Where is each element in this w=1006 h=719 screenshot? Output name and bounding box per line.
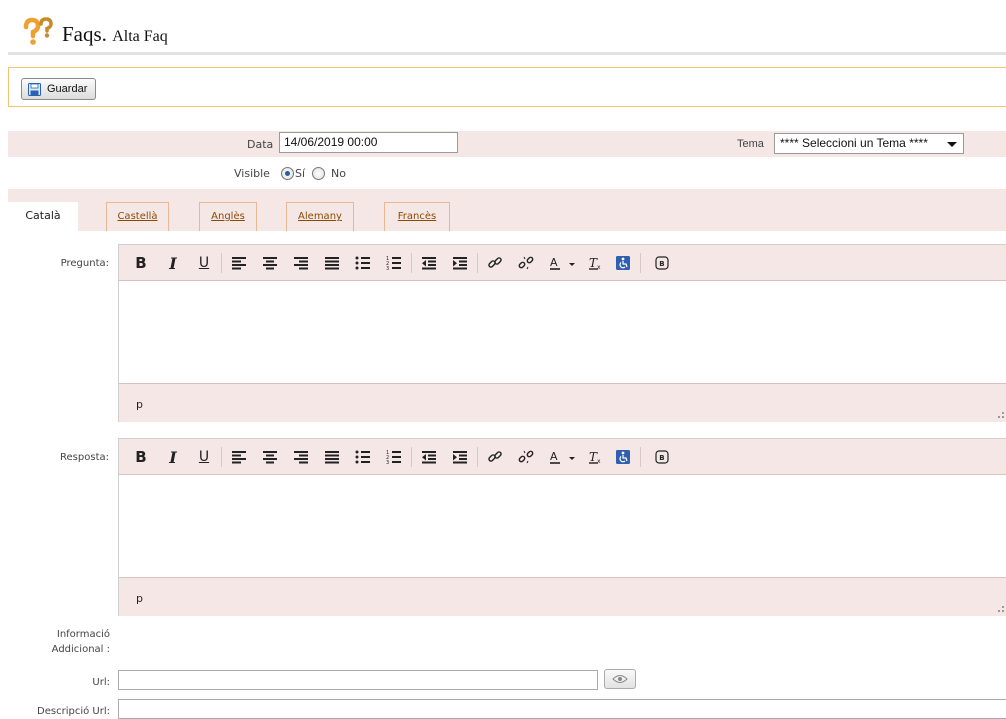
dropdown-arrow-icon xyxy=(947,142,957,147)
header-divider xyxy=(8,52,1006,55)
remove-format-icon[interactable]: Tx xyxy=(585,448,605,466)
align-justify-icon[interactable] xyxy=(322,254,342,272)
svg-text:A: A xyxy=(550,450,558,463)
align-center-icon[interactable] xyxy=(260,448,280,466)
text-color-icon[interactable]: A xyxy=(547,448,567,466)
page-title-sub: Alta Faq xyxy=(112,28,168,45)
numbered-list-icon[interactable]: 123 xyxy=(384,254,404,272)
bold-icon[interactable]: B xyxy=(131,254,151,272)
informacio-addicional-line1: Informació xyxy=(56,629,110,640)
resize-grip-icon[interactable] xyxy=(998,606,1004,612)
tema-selected-value: **** Seleccioni un Tema **** xyxy=(780,136,928,150)
data-date-input[interactable]: 14/06/2019 00:00 xyxy=(279,132,458,153)
resposta-editor: B I U 123 A Tx B p xyxy=(118,438,1006,616)
unlink-icon[interactable] xyxy=(516,254,536,272)
svg-text:x: x xyxy=(597,458,601,464)
pregunta-editor-toolbar: B I U 123 A Tx B xyxy=(119,245,1006,281)
resposta-editor-footer: p xyxy=(119,577,1006,616)
resize-grip-icon[interactable] xyxy=(998,412,1004,418)
align-right-icon[interactable] xyxy=(291,448,311,466)
tab-castella[interactable]: Castellà xyxy=(106,202,169,231)
page-title-main: Faqs. xyxy=(62,22,107,46)
bbcode-icon[interactable]: B xyxy=(652,254,672,272)
save-button[interactable]: Guardar xyxy=(21,78,97,100)
svg-text:x: x xyxy=(597,264,601,270)
resposta-label: Resposta: xyxy=(60,452,109,463)
informacio-addicional-line2: Addicional : xyxy=(51,644,110,655)
floppy-disk-icon xyxy=(28,82,41,96)
align-left-icon[interactable] xyxy=(229,448,249,466)
informacio-addicional-label: Informació Addicional : xyxy=(35,627,110,657)
svg-text:B: B xyxy=(659,260,664,268)
bulleted-list-icon[interactable] xyxy=(353,254,373,272)
action-toolbar: Guardar xyxy=(8,67,1006,107)
resposta-element-path[interactable]: p xyxy=(136,592,143,605)
align-center-icon[interactable] xyxy=(260,254,280,272)
pregunta-editor-footer: p xyxy=(119,383,1006,422)
italic-icon[interactable]: I xyxy=(163,254,183,273)
link-icon[interactable] xyxy=(485,448,505,466)
text-color-dropdown-icon[interactable] xyxy=(566,254,578,272)
pregunta-editor-body[interactable] xyxy=(119,281,1006,383)
bold-icon[interactable]: B xyxy=(131,448,151,466)
visible-label: Visible xyxy=(234,167,270,180)
indent-icon[interactable] xyxy=(450,448,470,466)
indent-icon[interactable] xyxy=(450,254,470,272)
tab-frances[interactable]: Francès xyxy=(384,202,450,231)
descripcio-url-label: Descripció Url: xyxy=(37,706,110,717)
pregunta-label: Pregunta: xyxy=(60,258,109,269)
text-color-icon[interactable]: A xyxy=(547,254,567,272)
bulleted-list-icon[interactable] xyxy=(353,448,373,466)
visible-no-label: No xyxy=(331,167,346,180)
data-label: Data xyxy=(247,138,274,151)
outdent-icon[interactable] xyxy=(419,448,439,466)
eye-icon xyxy=(612,675,628,683)
tab-catala[interactable]: Català xyxy=(8,202,78,231)
remove-format-icon[interactable]: Tx xyxy=(585,254,605,272)
visible-yes-radio[interactable] xyxy=(281,167,294,180)
link-icon[interactable] xyxy=(485,254,505,272)
tema-label: Tema xyxy=(737,138,764,150)
resposta-editor-toolbar: B I U 123 A Tx B xyxy=(119,439,1006,475)
align-right-icon[interactable] xyxy=(291,254,311,272)
align-left-icon[interactable] xyxy=(229,254,249,272)
preview-url-button[interactable] xyxy=(604,669,636,689)
tema-select[interactable]: **** Seleccioni un Tema **** xyxy=(774,133,964,154)
align-justify-icon[interactable] xyxy=(322,448,342,466)
accessibility-icon[interactable] xyxy=(613,254,633,272)
underline-icon[interactable]: U xyxy=(194,254,214,272)
visible-no-radio[interactable] xyxy=(312,167,325,180)
tab-angles[interactable]: Anglès xyxy=(199,202,257,231)
svg-text:3: 3 xyxy=(386,266,389,270)
outdent-icon[interactable] xyxy=(419,254,439,272)
pregunta-editor: B I U 123 A Tx B p xyxy=(118,244,1006,422)
page-title: Faqs. Alta Faq xyxy=(62,22,168,47)
svg-text:3: 3 xyxy=(386,460,389,464)
unlink-icon[interactable] xyxy=(516,448,536,466)
url-label: Url: xyxy=(92,677,110,688)
tab-alemany[interactable]: Alemany xyxy=(286,202,354,231)
svg-text:A: A xyxy=(550,256,558,269)
descripcio-url-input[interactable] xyxy=(118,699,1006,719)
text-color-dropdown-icon[interactable] xyxy=(566,448,578,466)
save-button-label: Guardar xyxy=(47,83,88,95)
svg-text:B: B xyxy=(659,454,664,462)
underline-icon[interactable]: U xyxy=(194,448,214,466)
accessibility-icon[interactable] xyxy=(613,448,633,466)
visible-yes-label: Sí xyxy=(295,167,306,180)
url-input[interactable] xyxy=(118,670,598,690)
bbcode-icon[interactable]: B xyxy=(652,448,672,466)
faq-app-icon xyxy=(20,17,56,47)
pregunta-element-path[interactable]: p xyxy=(136,398,143,411)
resposta-editor-body[interactable] xyxy=(119,475,1006,577)
italic-icon[interactable]: I xyxy=(163,448,183,467)
numbered-list-icon[interactable]: 123 xyxy=(384,448,404,466)
